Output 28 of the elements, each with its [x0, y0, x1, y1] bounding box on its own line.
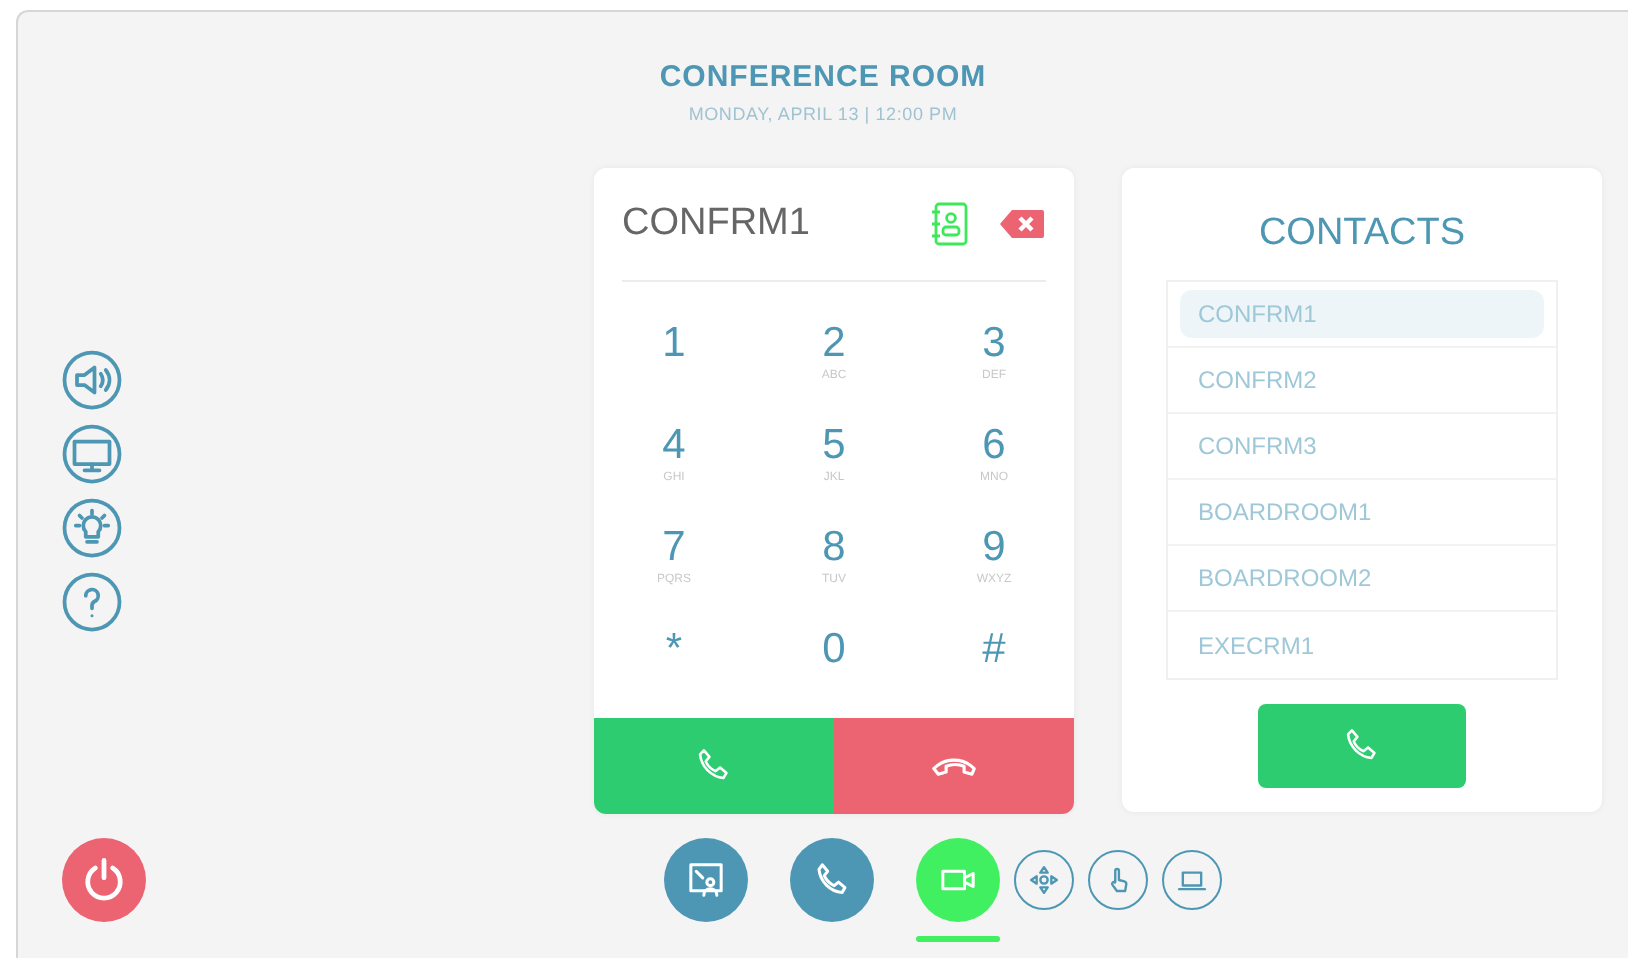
backspace-icon[interactable] — [998, 208, 1046, 241]
speaker-button[interactable] — [60, 348, 124, 412]
address-book-icon[interactable] — [930, 202, 970, 247]
keypad-key[interactable]: 1 — [594, 298, 754, 401]
power-button[interactable] — [62, 838, 146, 922]
contact-item[interactable]: BOARDROOM2 — [1180, 554, 1544, 602]
date-time: MONDAY, APRIL 13 | 12:00 PM — [688, 104, 958, 124]
contact-item[interactable]: CONFRM2 — [1180, 356, 1544, 404]
video-camera-button[interactable] — [916, 838, 1000, 922]
monitor-button[interactable] — [60, 422, 124, 486]
contact-item[interactable]: BOARDROOM1 — [1180, 488, 1544, 536]
keypad-key[interactable]: # — [914, 604, 1074, 707]
presenter-button[interactable] — [664, 838, 748, 922]
contacts-title: CONTACTS — [1258, 212, 1466, 258]
help-button[interactable] — [60, 570, 124, 634]
contact-item[interactable]: EXECRM1 — [1180, 621, 1544, 669]
dial-display: CONFRM1 — [622, 202, 812, 247]
hang-up-icon — [932, 757, 976, 776]
hand-pointer-button[interactable] — [1088, 850, 1148, 910]
keypad-key[interactable]: * — [594, 604, 754, 707]
direction-pad-button[interactable] — [1014, 850, 1074, 910]
phone-button[interactable] — [790, 838, 874, 922]
keypad-key[interactable]: 0 — [754, 604, 914, 707]
room-title: CONFERENCE ROOM — [659, 60, 987, 94]
laptop-button[interactable] — [1162, 850, 1222, 910]
light-bulb-button[interactable] — [60, 496, 124, 560]
contact-item[interactable]: CONFRM3 — [1180, 422, 1544, 470]
selection-indicator — [916, 936, 1000, 942]
